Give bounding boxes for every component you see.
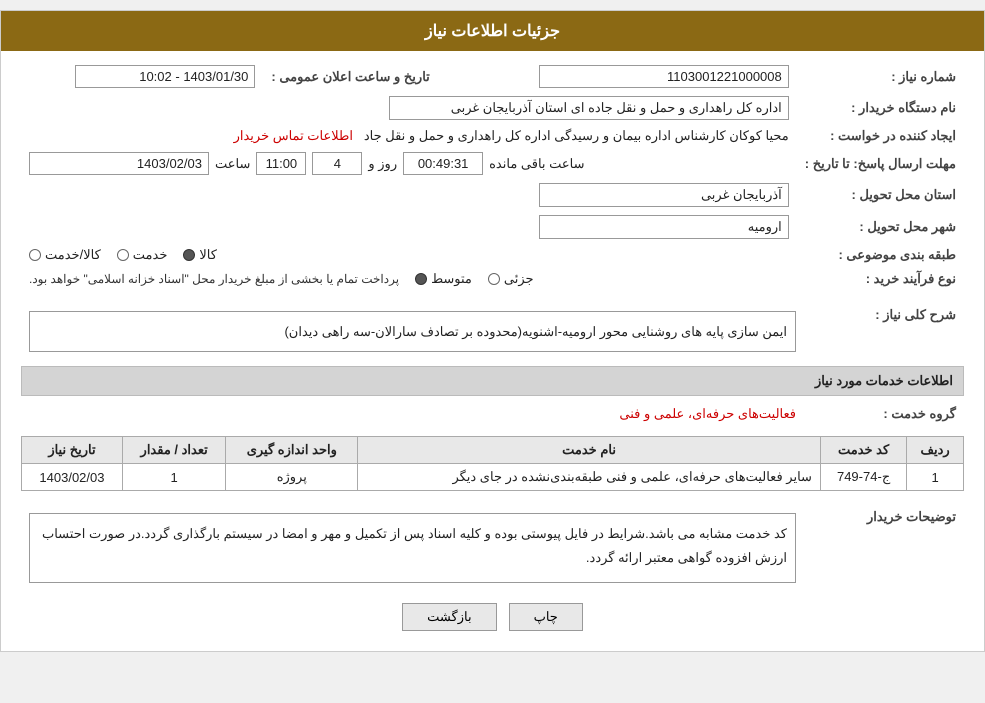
table-header-row: ردیف کد خدمت نام خدمت واحد اندازه گیری ت…: [22, 437, 964, 464]
category-option-3[interactable]: کالا: [183, 247, 217, 263]
purchase-type-row: نوع فرآیند خرید : پرداخت تمام یا بخشی از…: [21, 267, 964, 291]
general-desc-box: ایمن سازی پایه های روشنایی محور ارومیه-ا…: [29, 311, 796, 352]
buyer-notes-label: توضیحات خریدار: [804, 503, 964, 587]
deadline-days-field: 4: [312, 152, 362, 175]
service-info-title: اطلاعات خدمات مورد نیاز: [21, 366, 964, 396]
need-number-row: شماره نیاز : 1103001221000008 تاریخ و سا…: [21, 61, 964, 92]
col-service-code: کد خدمت: [820, 437, 906, 464]
delivery-city-label: شهر محل تحویل :: [797, 211, 964, 243]
creator-value: محیا کوکان کارشناس اداره بیمان و رسیدگی …: [21, 124, 797, 148]
category-radio-1: [29, 249, 41, 261]
countdown-field: 00:49:31: [403, 152, 483, 175]
col-service-name: نام خدمت: [358, 437, 821, 464]
delivery-city-field: ارومیه: [539, 215, 789, 239]
page-wrapper: جزئیات اطلاعات نیاز شماره نیاز : 1103001…: [0, 10, 985, 652]
announce-time-label: تاریخ و ساعت اعلان عمومی :: [263, 61, 437, 92]
services-table: ردیف کد خدمت نام خدمت واحد اندازه گیری ت…: [21, 436, 964, 491]
print-button[interactable]: چاپ: [509, 603, 583, 631]
col-quantity: تعداد / مقدار: [122, 437, 226, 464]
content-area: شماره نیاز : 1103001221000008 تاریخ و سا…: [1, 51, 984, 651]
buyer-notes-row: توضیحات خریدار کد خدمت مشابه می باشد.شرا…: [21, 503, 964, 587]
creator-row: ایجاد کننده در خواست : محیا کوکان کارشنا…: [21, 124, 964, 148]
need-number-label: شماره نیاز :: [797, 61, 964, 92]
col-unit: واحد اندازه گیری: [226, 437, 358, 464]
delivery-city-value: ارومیه: [21, 211, 797, 243]
purchase-type-radio-1: [488, 273, 500, 285]
general-desc-table: شرح کلی نیاز : ایمن سازی پایه های روشنای…: [21, 301, 964, 356]
category-value: کالا/خدمت خدمت کالا: [21, 243, 797, 267]
creator-name: محیا کوکان کارشناس اداره بیمان و رسیدگی …: [364, 128, 789, 143]
purchase-type-radio-2: [415, 273, 427, 285]
cell-service-name: سایر فعالیت‌های حرفه‌ای، علمی و فنی طبقه…: [358, 464, 821, 491]
time-label: ساعت: [215, 156, 250, 172]
info-table: شماره نیاز : 1103001221000008 تاریخ و سا…: [21, 61, 964, 291]
service-group-table: گروه خدمت : فعالیت‌های حرفه‌ای، علمی و ف…: [21, 402, 964, 426]
buyer-org-row: نام دستگاه خریدار : اداره کل راهداری و ح…: [21, 92, 964, 124]
purchase-type-option-1[interactable]: جزئی: [488, 271, 534, 287]
col-row-num: ردیف: [907, 437, 964, 464]
announce-time-value: 1403/01/30 - 10:02: [21, 61, 263, 92]
table-row: 1 ج-74-749 سایر فعالیت‌های حرفه‌ای، علمی…: [22, 464, 964, 491]
category-label: طبقه بندی موضوعی :: [797, 243, 964, 267]
cell-need-date: 1403/02/03: [22, 464, 123, 491]
cell-unit: پروژه: [226, 464, 358, 491]
delivery-province-field: آذربایجان غربی: [539, 183, 789, 207]
buyer-org-label: نام دستگاه خریدار :: [797, 92, 964, 124]
category-radio-2: [117, 249, 129, 261]
delivery-province-value: آذربایجان غربی: [21, 179, 797, 211]
purchase-type-option-2-label: متوسط: [431, 271, 472, 287]
buyer-org-field: اداره کل راهداری و حمل و نقل جاده ای است…: [389, 96, 789, 120]
service-group-value: فعالیت‌های حرفه‌ای، علمی و فنی: [21, 402, 804, 426]
cell-quantity: 1: [122, 464, 226, 491]
cell-service-code: ج-74-749: [820, 464, 906, 491]
deadline-row: مهلت ارسال پاسخ: تا تاریخ : 1403/02/03 س…: [21, 148, 964, 179]
category-option-1[interactable]: کالا/خدمت: [29, 247, 101, 263]
service-group-label: گروه خدمت :: [804, 402, 964, 426]
deadline-label: مهلت ارسال پاسخ: تا تاریخ :: [797, 148, 964, 179]
buyer-notes-value: کد خدمت مشابه می باشد.شرایط در فایل پیوس…: [21, 503, 804, 587]
deadline-time-field: 11:00: [256, 152, 306, 175]
category-option-2-label: خدمت: [133, 247, 168, 263]
category-option-3-label: کالا: [199, 247, 217, 263]
purchase-type-option-2[interactable]: متوسط: [415, 271, 472, 287]
back-button[interactable]: بازگشت: [402, 603, 496, 631]
purchase-type-label: نوع فرآیند خرید :: [797, 267, 964, 291]
delivery-province-label: استان محل تحویل :: [797, 179, 964, 211]
buyer-org-value: اداره کل راهداری و حمل و نقل جاده ای است…: [21, 92, 797, 124]
purchase-type-option-1-label: جزئی: [504, 271, 534, 287]
general-desc-value: ایمن سازی پایه های روشنایی محور ارومیه-ا…: [21, 301, 804, 356]
deadline-date-field: 1403/02/03: [29, 152, 209, 175]
buyer-notes-table: توضیحات خریدار کد خدمت مشابه می باشد.شرا…: [21, 503, 964, 587]
cell-row-num: 1: [907, 464, 964, 491]
category-option-2[interactable]: خدمت: [117, 247, 168, 263]
service-group-row: گروه خدمت : فعالیت‌های حرفه‌ای، علمی و ف…: [21, 402, 964, 426]
col-need-date: تاریخ نیاز: [22, 437, 123, 464]
creator-contact-link[interactable]: اطلاعات تماس خریدار: [234, 128, 353, 143]
general-desc-row: شرح کلی نیاز : ایمن سازی پایه های روشنای…: [21, 301, 964, 356]
service-group-link[interactable]: فعالیت‌های حرفه‌ای، علمی و فنی: [619, 406, 796, 421]
days-label: روز و: [368, 156, 397, 172]
delivery-province-row: استان محل تحویل : آذربایجان غربی: [21, 179, 964, 211]
deadline-value: 1403/02/03 ساعت 11:00 4 روز و 00:49:31 س…: [21, 148, 797, 179]
category-option-1-label: کالا/خدمت: [45, 247, 101, 263]
delivery-city-row: شهر محل تحویل : ارومیه: [21, 211, 964, 243]
need-number-value: 1103001221000008: [468, 61, 797, 92]
creator-label: ایجاد کننده در خواست :: [797, 124, 964, 148]
category-radio-3: [183, 249, 195, 261]
purchase-type-value: پرداخت تمام یا بخشی از مبلغ خریدار محل "…: [21, 267, 797, 291]
page-title: جزئیات اطلاعات نیاز: [1, 11, 984, 51]
button-row: چاپ بازگشت: [21, 603, 964, 631]
category-row: طبقه بندی موضوعی : کالا/خدمت خدمت کالا: [21, 243, 964, 267]
general-desc-label: شرح کلی نیاز :: [804, 301, 964, 356]
countdown-suffix: ساعت باقی مانده: [489, 156, 584, 172]
buyer-notes-box: کد خدمت مشابه می باشد.شرایط در فایل پیوس…: [29, 513, 796, 583]
purchase-type-note: پرداخت تمام یا بخشی از مبلغ خریدار محل "…: [29, 272, 399, 286]
announce-date-field: 1403/01/30 - 10:02: [75, 65, 255, 88]
need-number-field: 1103001221000008: [539, 65, 789, 88]
